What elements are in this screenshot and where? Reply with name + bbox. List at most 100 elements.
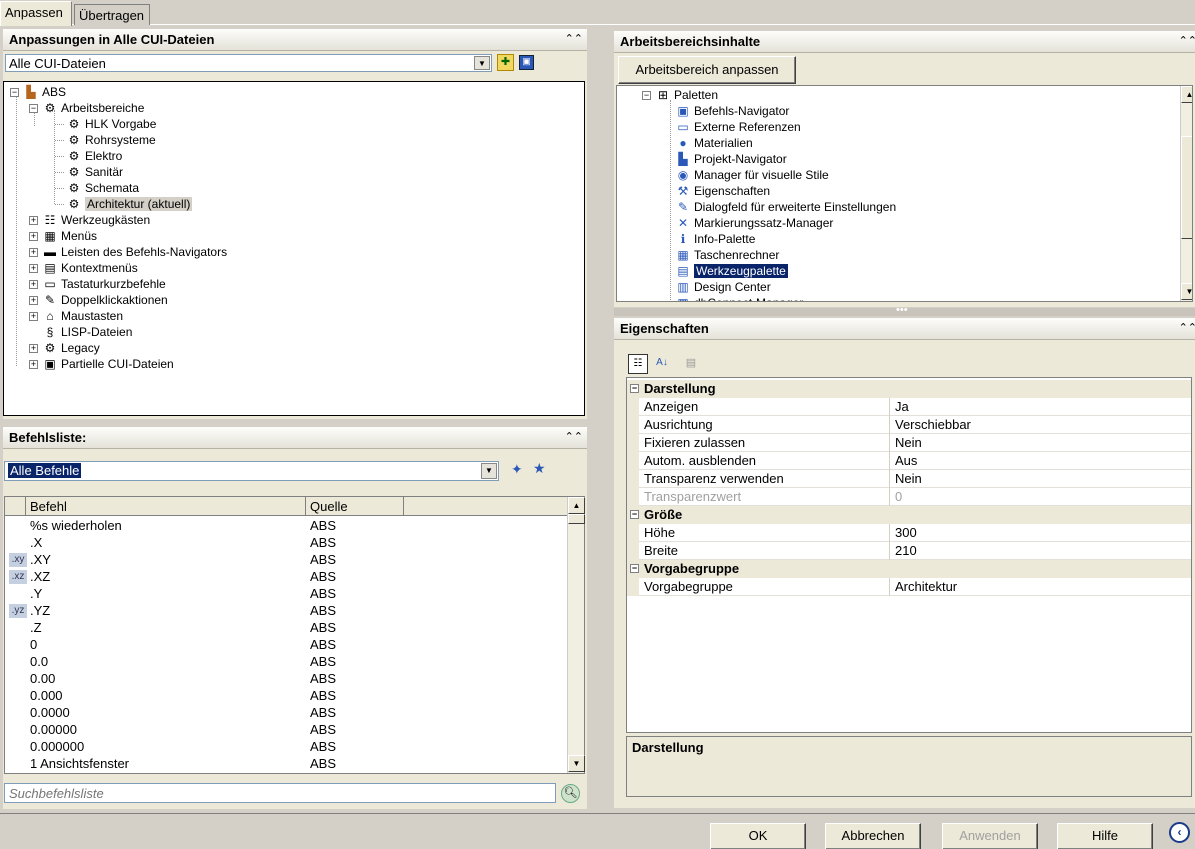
chevron-down-icon[interactable]: ▼ — [481, 463, 497, 479]
tree-item[interactable]: + ▭ Tastaturkurzbefehle — [29, 276, 166, 292]
scroll-up-icon[interactable]: ▲ — [568, 497, 585, 514]
property-row[interactable]: Transparenzwert 0 — [627, 488, 1191, 506]
workspace-item[interactable]: ⚙ HLK Vorgabe — [55, 116, 156, 132]
palette-item[interactable]: ▙ Projekt-Navigator — [675, 151, 786, 167]
table-row[interactable]: 0.000 ABS — [5, 688, 567, 705]
property-value[interactable]: Verschiebbar — [895, 417, 971, 432]
search-icon[interactable]: 🔍︎ — [561, 784, 580, 803]
tab-uebertragen[interactable]: Übertragen — [74, 4, 150, 25]
palette-item[interactable]: ▦ Taschenrechner — [675, 247, 779, 263]
property-row[interactable]: Vorgabegruppe Architektur — [627, 578, 1191, 596]
table-row[interactable]: 1 Ansichtsfenster ABS — [5, 756, 567, 773]
palette-item[interactable]: ⚒ Eigenschaften — [675, 183, 770, 199]
save-icon[interactable]: ▣ — [519, 55, 534, 70]
categorized-icon[interactable]: ☷ — [628, 354, 648, 374]
tree-root[interactable]: − ▙ ABS — [10, 84, 66, 100]
panel-splitter[interactable]: ••• — [614, 304, 1195, 316]
collapse-dialog-icon[interactable]: ‹ — [1169, 822, 1190, 843]
chevron-down-icon[interactable]: ▼ — [474, 56, 490, 70]
table-row[interactable]: 0 ABS — [5, 637, 567, 654]
palette-item[interactable]: ▤ Werkzeugpalette — [675, 263, 788, 279]
property-row[interactable]: Anzeigen Ja — [627, 398, 1191, 416]
scroll-up-icon[interactable]: ▲ — [1181, 86, 1192, 103]
command-search-input[interactable] — [9, 786, 551, 801]
property-value[interactable]: 210 — [895, 543, 917, 558]
property-row[interactable]: Höhe 300 — [627, 524, 1191, 542]
command-scrollbar[interactable]: ▲ ▼ — [567, 497, 585, 773]
property-value[interactable]: Nein — [895, 471, 922, 486]
tree-palettes[interactable]: − ⊞ Paletten — [642, 87, 718, 103]
tree-item[interactable]: § LISP-Dateien — [29, 324, 133, 340]
workspace-item[interactable]: ⚙ Elektro — [55, 148, 122, 164]
open-file-icon[interactable]: ✚ — [497, 54, 514, 71]
table-row[interactable]: .Z ABS — [5, 620, 567, 637]
collapse-category-icon[interactable]: − — [630, 384, 639, 393]
tree-item[interactable]: + ▦ Menüs — [29, 228, 97, 244]
customize-workspace-button[interactable]: Arbeitsbereich anpassen — [618, 56, 796, 84]
table-row[interactable]: 0.00 ABS — [5, 671, 567, 688]
property-row[interactable]: Fixieren zulassen Nein — [627, 434, 1191, 452]
palette-item[interactable]: ℹ Info-Palette — [675, 231, 756, 247]
property-value[interactable]: Nein — [895, 435, 922, 450]
table-row[interactable]: .xz .XZ ABS — [5, 569, 567, 586]
column-header-source[interactable]: Quelle — [306, 497, 404, 516]
property-value[interactable]: Architektur — [895, 579, 957, 594]
cancel-button[interactable]: Abbrechen — [825, 823, 921, 849]
collapse-category-icon[interactable]: − — [630, 564, 639, 573]
palette-item[interactable]: ✎ Dialogfeld für erweiterte Einstellungen — [675, 199, 896, 215]
property-value[interactable]: 300 — [895, 525, 917, 540]
workspace-item[interactable]: ⚙ Sanitär — [55, 164, 123, 180]
property-category[interactable]: − Darstellung — [627, 380, 1191, 398]
property-row[interactable]: Transparenz verwenden Nein — [627, 470, 1191, 488]
new-command-icon[interactable]: ✦ — [511, 461, 523, 478]
collapse-icon[interactable]: ⌃⌃ — [1179, 321, 1195, 334]
collapse-icon[interactable]: ⌃⌃ — [1179, 34, 1195, 47]
property-value[interactable]: Aus — [895, 453, 917, 468]
workspace-item[interactable]: ⚙ Architektur (aktuell) — [55, 196, 193, 212]
tree-item[interactable]: + ⚙ Legacy — [29, 340, 100, 356]
ok-button[interactable]: OK — [710, 823, 806, 849]
workspace-item[interactable]: ⚙ Rohrsysteme — [55, 132, 156, 148]
table-row[interactable]: %s wiederholen ABS — [5, 518, 567, 535]
collapse-icon[interactable]: ⌃⌃ — [565, 32, 583, 45]
tree-item[interactable]: + ▬ Leisten des Befehls-Navigators — [29, 244, 227, 260]
scroll-thumb[interactable] — [1181, 136, 1192, 239]
table-row[interactable]: 0.0000 ABS — [5, 705, 567, 722]
palette-item[interactable]: ◉ Manager für visuelle Stile — [675, 167, 829, 183]
tree-item[interactable]: + ☷ Werkzeugkästen — [29, 212, 150, 228]
property-row[interactable]: Breite 210 — [627, 542, 1191, 560]
scroll-down-icon[interactable]: ▼ — [568, 755, 585, 772]
tree-item[interactable]: + ⌂ Maustasten — [29, 308, 123, 324]
collapse-category-icon[interactable]: − — [630, 510, 639, 519]
workspace-item[interactable]: ⚙ Schemata — [55, 180, 139, 196]
palette-item[interactable]: ✕ Markierungssatz-Manager — [675, 215, 833, 231]
table-row[interactable]: .xy .XY ABS — [5, 552, 567, 569]
property-category[interactable]: − Vorgabegruppe — [627, 560, 1191, 578]
command-filter-select[interactable]: Alle Befehle ▼ — [4, 461, 499, 481]
palette-item[interactable]: ▭ Externe Referenzen — [675, 119, 800, 135]
apply-button[interactable]: Anwenden — [942, 823, 1038, 849]
property-pages-icon[interactable]: ▤ — [682, 356, 700, 372]
palette-item[interactable]: ▩dbConnect-Manager — [675, 295, 803, 301]
table-row[interactable]: 0.000000 ABS — [5, 739, 567, 756]
table-row[interactable]: .Y ABS — [5, 586, 567, 603]
property-value[interactable]: Ja — [895, 399, 909, 414]
scroll-down-icon[interactable]: ▼ — [1181, 283, 1192, 300]
help-button[interactable]: Hilfe — [1057, 823, 1153, 849]
tree-item[interactable]: + ▣ Partielle CUI-Dateien — [29, 356, 174, 372]
property-value[interactable]: 0 — [895, 489, 902, 504]
property-category[interactable]: − Größe — [627, 506, 1191, 524]
collapse-icon[interactable]: ⌃⌃ — [565, 430, 583, 443]
property-row[interactable]: Autom. ausblenden Aus — [627, 452, 1191, 470]
tree-item[interactable]: + ✎ Doppelklickaktionen — [29, 292, 168, 308]
tree-workspaces[interactable]: − ⚙ Arbeitsbereiche — [29, 100, 144, 116]
workspace-scrollbar[interactable]: ▲ ▼ — [1180, 86, 1192, 301]
tab-anpassen[interactable]: Anpassen — [0, 1, 72, 26]
cui-file-select[interactable]: Alle CUI-Dateien ▼ — [5, 54, 492, 72]
property-row[interactable]: Ausrichtung Verschiebbar — [627, 416, 1191, 434]
table-row[interactable]: .yz .YZ ABS — [5, 603, 567, 620]
palette-item[interactable]: ▥ Design Center — [675, 279, 770, 295]
command-search-box[interactable] — [4, 783, 556, 803]
table-row[interactable]: .X ABS — [5, 535, 567, 552]
tree-item[interactable]: + ▤ Kontextmenüs — [29, 260, 138, 276]
